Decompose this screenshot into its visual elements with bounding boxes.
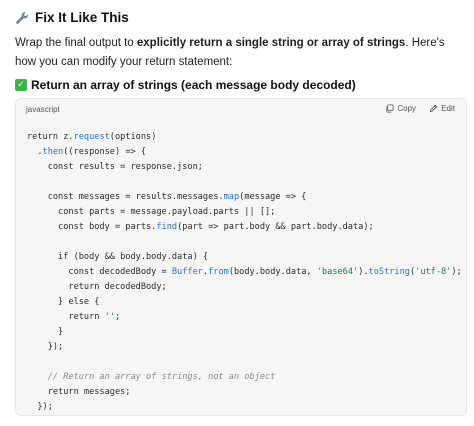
code-token: (body.body.data, (228, 267, 317, 277)
code-line: return messages; (27, 385, 462, 400)
code-token: 'utf-8' (415, 267, 452, 277)
code-token: toString (368, 267, 410, 277)
code-token: return (27, 312, 105, 322)
code-line: return ''; (27, 310, 462, 325)
code-language-label: javascript (26, 105, 60, 114)
wrench-icon (16, 11, 28, 24)
code-block: javascript Copy Edit return z.request(op… (15, 98, 467, 416)
subheading: ✓ Return an array of strings (each messa… (15, 78, 356, 92)
intro-text-bold: explicitly return a single string or arr… (136, 37, 406, 49)
code-line: return decodedBody; (27, 280, 462, 295)
code-token: then (42, 147, 64, 157)
code-line: .then((response) => { (27, 145, 462, 160)
code-line: }); (27, 400, 462, 415)
code-token: const decodedBody = (27, 267, 172, 277)
code-line: } (27, 325, 462, 340)
code-token: } else { (27, 297, 100, 307)
code-line: }); (27, 340, 462, 355)
code-token: ); (451, 267, 462, 277)
subheading-text: Return an array of strings (each message… (31, 78, 356, 92)
code-token: } (27, 327, 64, 337)
code-line: const messages = results.messages.map(me… (27, 190, 462, 205)
code-token: . (27, 147, 43, 157)
code-token: const body = parts. (27, 222, 157, 232)
check-mark-icon: ✓ (15, 79, 27, 91)
code-token: return z. (27, 132, 74, 142)
pencil-icon (429, 104, 438, 113)
copy-button-label: Copy (397, 104, 416, 113)
code-line: const body = parts.find(part => part.bod… (27, 220, 462, 235)
code-token: (options) (109, 132, 157, 142)
edit-button[interactable]: Edit (429, 104, 455, 113)
code-line: const decodedBody = Buffer.from(body.bod… (27, 265, 462, 280)
code-line: const parts = message.payload.parts || [… (27, 205, 462, 220)
code-line: if (body && body.body.data) { (27, 250, 462, 265)
code-line: return z.request(options) (27, 130, 462, 145)
code-token: return messages; (27, 387, 131, 397)
code-content: return z.request(options) .then((respons… (27, 130, 462, 415)
code-token: from (208, 267, 229, 277)
code-token: Buffer (171, 267, 203, 277)
code-token: (message => { (239, 192, 307, 202)
copy-button[interactable]: Copy (385, 104, 416, 113)
edit-button-label: Edit (441, 104, 455, 113)
code-token: request (73, 132, 110, 142)
code-line: } else { (27, 295, 462, 310)
code-token: map (223, 192, 240, 202)
code-token: const parts = message.payload.parts || [… (27, 207, 276, 217)
code-token: // Return an array of strings, not an ob… (27, 372, 276, 382)
code-token: const messages = results.messages. (27, 192, 224, 202)
code-line: // Return an array of strings, not an ob… (27, 370, 462, 385)
code-token: 'base64' (316, 267, 359, 277)
intro-paragraph: Wrap the final output to explicitly retu… (15, 34, 460, 72)
code-token: ((response) => { (63, 147, 147, 157)
code-token: ). (358, 267, 369, 277)
code-token: }); (27, 402, 53, 412)
code-token: ; (114, 312, 121, 322)
code-line: const results = response.json; (27, 160, 462, 175)
code-token: return decodedBody; (27, 282, 167, 292)
code-token: find (156, 222, 178, 232)
heading-text: Fix It Like This (35, 10, 129, 25)
code-token: (part => part.body && part.body.data); (177, 222, 374, 232)
copy-icon (386, 104, 394, 113)
section-heading: Fix It Like This (15, 10, 129, 25)
intro-text-before: Wrap the final output to (15, 37, 137, 49)
code-token: '' (104, 312, 115, 322)
code-block-header: javascript Copy Edit (16, 99, 466, 121)
code-token: if (body && body.body.data) { (27, 252, 209, 262)
code-token: }); (27, 342, 64, 352)
code-token: const results = response.json; (27, 162, 203, 172)
